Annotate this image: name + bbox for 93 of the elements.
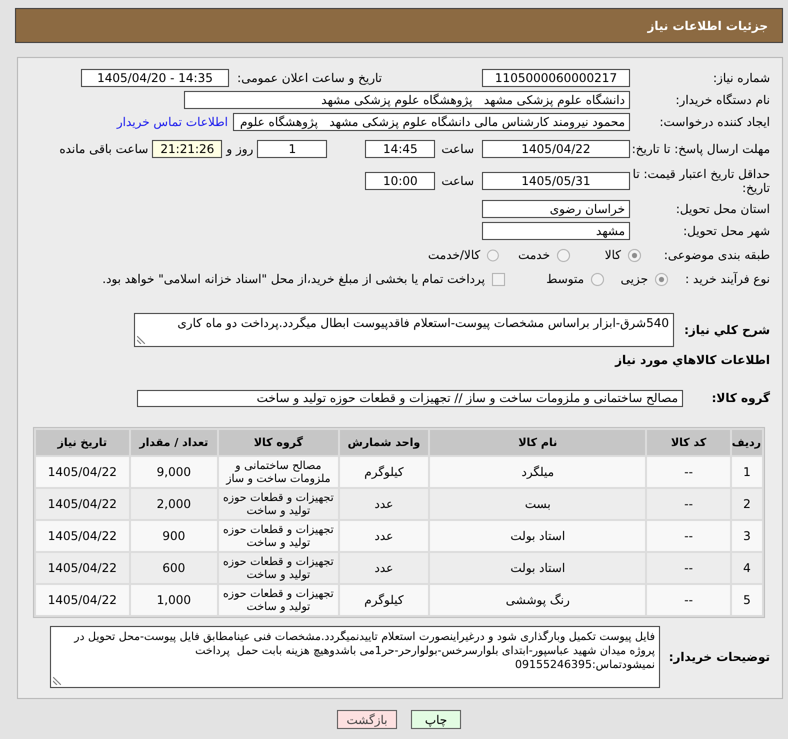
back-button[interactable]: بازگشت: [337, 710, 397, 729]
buyer-contact-link[interactable]: اطلاعات تماس خریدار: [116, 115, 228, 129]
table-cell: 1,000: [130, 585, 218, 615]
table-cell: 600: [130, 553, 218, 583]
resize-grip-icon[interactable]: [53, 677, 61, 685]
field-label: تاریخ و ساعت اعلان عمومی:: [236, 71, 382, 85]
table-cell: 1405/04/22: [36, 553, 129, 583]
deadline-date-field[interactable]: 1405/04/22: [482, 140, 630, 158]
table-cell: --: [647, 457, 730, 487]
table-cell: 2: [732, 489, 762, 519]
table-cell: تجهیزات و قطعات حوزه تولید و ساخت: [219, 489, 338, 519]
table-cell: 9,000: [130, 457, 218, 487]
table-cell: 4: [732, 553, 762, 583]
table-cell: --: [647, 553, 730, 583]
field-label: مهلت ارسال پاسخ: تا تاریخ:: [630, 142, 770, 156]
buyer-org-field[interactable]: دانشگاه علوم پزشکی مشهد پژوهشگاه علوم پزشکی مشهد: [184, 91, 630, 109]
notes-field[interactable]: فایل پیوست تکمیل وبارگذاری شود و درغیراینصورت استعلام تاییدنمیگردد.مشخصات فنی عینامطابق فایل پیوست-محل تحویل در پروژه میدان شهید عباسپور-ابتدای بلوارسرخس-بولوارحر-حر1می باشدوهیچ هزینه بابت حمل پرداخت نمیشودتماس:09155246395: [50, 626, 660, 688]
validity-date-field[interactable]: 1405/05/31: [482, 172, 630, 190]
radio-button[interactable]: [655, 272, 668, 286]
radio-label: کالا: [604, 248, 621, 262]
field-label: شماره نیاز:: [712, 71, 770, 85]
description-field[interactable]: 540شرق-ابزار براساس مشخصات پیوست-استعلام فاقدپیوست ابطال میگردد.پرداخت دو ماه کاری: [134, 313, 674, 347]
city-field[interactable]: مشهد: [482, 222, 630, 240]
field-label: استان محل تحویل:: [674, 202, 770, 216]
radio-label: متوسط: [546, 272, 584, 286]
column-header: کد کالا: [647, 430, 730, 455]
resize-grip-icon[interactable]: [137, 336, 145, 344]
radio-button[interactable]: [591, 272, 604, 286]
table-cell: کیلوگرم: [340, 585, 428, 615]
field-label: ساعت باقی مانده: [59, 142, 148, 156]
table-cell: 1405/04/22: [36, 521, 129, 551]
print-button[interactable]: چاپ: [411, 710, 461, 729]
field-label: شهر محل تحویل:: [682, 224, 770, 238]
checkbox-label: پرداخت تمام یا بخشی از مبلغ خرید،از محل "اسناد خزانه اسلامی" خواهد بود.: [102, 272, 485, 286]
time-left-field[interactable]: 21:21:26: [152, 140, 222, 158]
table-cell: 3: [732, 521, 762, 551]
need-number-field[interactable]: 1105000060000217: [482, 69, 630, 87]
field-label: توضیحات خریدار:: [668, 650, 770, 664]
field-label: حداقل تاریخ اعتبار قیمت: تا تاریخ:: [632, 167, 770, 195]
column-header: ردیف: [732, 430, 762, 455]
column-header: واحد شمارش: [340, 430, 428, 455]
table-cell: --: [647, 489, 730, 519]
table-cell: عدد: [340, 521, 428, 551]
field-label: نوع فرآیند خرید :: [684, 272, 770, 286]
validity-time-field[interactable]: 10:00: [365, 172, 436, 190]
checkbox[interactable]: [492, 272, 505, 286]
deadline-time-field[interactable]: 14:45: [365, 140, 436, 158]
table-cell: کیلوگرم: [340, 457, 428, 487]
table-cell: 1405/04/22: [36, 585, 129, 615]
goods-group-field[interactable]: مصالح ساختمانی و ملزومات ساخت و ساز // تجهیزات و قطعات حوزه تولید و ساخت: [137, 390, 683, 406]
table-cell: عدد: [340, 489, 428, 519]
table-cell: استاد بولت: [430, 521, 646, 551]
radio-label: جزیی: [620, 272, 648, 286]
field-label: شرح كلي نياز:: [683, 323, 770, 337]
radio-label: خدمت: [518, 248, 550, 262]
table-cell: 5: [732, 585, 762, 615]
column-header: تاریخ نیاز: [36, 430, 129, 455]
radio-label: کالا/خدمت: [428, 248, 480, 262]
radio-button[interactable]: [628, 248, 641, 262]
table-cell: 1: [732, 457, 762, 487]
table-cell: --: [647, 521, 730, 551]
column-header: نام کالا: [430, 430, 646, 455]
section-title: اطلاعات كالاهاي مورد نياز: [615, 352, 770, 368]
table-cell: میلگرد: [430, 457, 646, 487]
table-cell: استاد بولت: [430, 553, 646, 583]
table-cell: مصالح ساختمانی و ملزومات ساخت و ساز: [219, 457, 338, 487]
table-cell: 1405/04/22: [36, 457, 129, 487]
table-cell: تجهیزات و قطعات حوزه تولید و ساخت: [219, 553, 338, 583]
table-cell: 2,000: [130, 489, 218, 519]
page-title: جزئیات اطلاعات نیاز: [647, 18, 768, 32]
radio-button[interactable]: [487, 248, 499, 262]
table-cell: عدد: [340, 553, 428, 583]
column-header: گروه کالا: [219, 430, 338, 455]
field-label: ایجاد کننده درخواست:: [658, 115, 770, 129]
table-cell: 1405/04/22: [36, 489, 129, 519]
column-header: تعداد / مقدار: [130, 430, 218, 455]
table-cell: تجهیزات و قطعات حوزه تولید و ساخت: [219, 585, 338, 615]
table-cell: --: [647, 585, 730, 615]
field-label: گروه کالا:: [710, 391, 770, 405]
radio-button[interactable]: [557, 248, 570, 262]
days-left-field[interactable]: 1: [257, 140, 328, 158]
table-cell: تجهیزات و قطعات حوزه تولید و ساخت: [219, 521, 338, 551]
province-field[interactable]: خراسان رضوی: [482, 200, 630, 218]
field-label: روز و: [226, 142, 254, 156]
table-cell: رنگ پوششی: [430, 585, 646, 615]
field-label: طبقه بندی موضوعی:: [662, 248, 770, 262]
announce-date-field[interactable]: 1405/04/20 - 14:35: [81, 69, 229, 87]
table-cell: 900: [130, 521, 218, 551]
field-label: ساعت: [441, 174, 474, 188]
table-cell: بست: [430, 489, 646, 519]
field-label: ساعت: [441, 142, 474, 156]
field-label: نام دستگاه خریدار:: [674, 93, 770, 107]
requester-field[interactable]: محمود نیرومند کارشناس مالی دانشگاه علوم پزشکی مشهد پژوهشگاه علوم: [233, 113, 630, 131]
